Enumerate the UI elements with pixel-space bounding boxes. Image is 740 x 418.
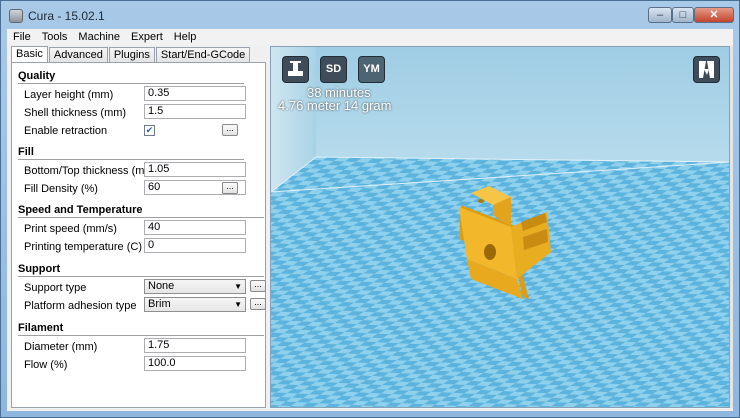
tab-plugins[interactable]: Plugins bbox=[108, 47, 155, 63]
menu-tools[interactable]: Tools bbox=[36, 29, 73, 43]
diameter-input[interactable]: 1.75 bbox=[144, 338, 246, 353]
sd-card-icon: SD bbox=[325, 63, 342, 75]
print-speed-input[interactable]: 40 bbox=[144, 220, 246, 235]
chevron-down-icon: ▼ bbox=[234, 282, 242, 291]
section-divider bbox=[18, 276, 264, 277]
minimize-button[interactable]: – bbox=[648, 7, 672, 23]
app-window: Cura - 15.02.1 – □ ✕ File Tools Machine Exp… bbox=[0, 0, 740, 418]
flow-label: Flow (%) bbox=[24, 359, 68, 371]
adhesion-settings-button[interactable]: ... bbox=[250, 298, 266, 310]
chevron-down-icon: ▼ bbox=[234, 300, 242, 309]
print-speed-label: Print speed (mm/s) bbox=[24, 223, 117, 235]
app-icon bbox=[9, 9, 23, 23]
platform-adhesion-value: Brim bbox=[148, 298, 171, 310]
load-model-button[interactable] bbox=[282, 56, 309, 83]
section-divider bbox=[18, 83, 244, 84]
support-type-label: Support type bbox=[24, 282, 87, 294]
printing-temperature-input[interactable]: 0 bbox=[144, 238, 246, 253]
basic-settings-panel: Quality Layer height (mm) 0.35 Shell thi… bbox=[11, 62, 266, 408]
fill-density-label: Fill Density (%) bbox=[24, 183, 98, 195]
load-model-icon bbox=[288, 61, 303, 76]
shell-thickness-input[interactable]: 1.5 bbox=[144, 104, 246, 119]
section-divider bbox=[18, 335, 264, 336]
platform-adhesion-select[interactable]: Brim ▼ bbox=[144, 297, 246, 312]
layer-height-label: Layer height (mm) bbox=[24, 89, 114, 101]
section-support: Support bbox=[18, 263, 61, 275]
menu-expert[interactable]: Expert bbox=[125, 29, 168, 43]
diameter-label: Diameter (mm) bbox=[24, 341, 98, 353]
enable-retraction-label: Enable retraction bbox=[24, 125, 108, 137]
fill-settings-button[interactable]: ... bbox=[222, 182, 238, 194]
support-type-value: None bbox=[148, 280, 175, 292]
view-mode-icon bbox=[699, 61, 714, 78]
title-bar: Cura - 15.02.1 – □ ✕ bbox=[1, 1, 739, 29]
section-speed-temperature: Speed and Temperature bbox=[18, 204, 143, 216]
section-divider bbox=[18, 159, 244, 160]
section-divider bbox=[18, 217, 264, 218]
retraction-settings-button[interactable]: ... bbox=[222, 124, 238, 136]
maximize-button[interactable]: □ bbox=[672, 7, 694, 23]
section-quality: Quality bbox=[18, 70, 56, 82]
flow-input[interactable]: 100.0 bbox=[144, 356, 246, 371]
settings-tabs: Basic Advanced Plugins Start/End-GCode bbox=[11, 46, 251, 64]
shell-thickness-label: Shell thickness (mm) bbox=[24, 107, 127, 119]
layer-height-input[interactable]: 0.35 bbox=[144, 86, 246, 101]
scrollbar[interactable] bbox=[730, 46, 733, 408]
menu-bar: File Tools Machine Expert Help bbox=[7, 29, 733, 45]
tab-advanced[interactable]: Advanced bbox=[48, 47, 108, 63]
support-settings-button[interactable]: ... bbox=[250, 280, 266, 292]
window-title: Cura - 15.02.1 bbox=[28, 9, 105, 23]
menu-help[interactable]: Help bbox=[168, 29, 202, 43]
3d-viewport[interactable]: SD YM 38 minutes 4.76 meter 14 gram bbox=[270, 46, 730, 408]
material-usage-text: 4.76 meter 14 gram bbox=[278, 98, 392, 113]
bottom-top-thickness-label: Bottom/Top thickness (mm) bbox=[24, 165, 158, 177]
printing-temperature-label: Printing temperature (C) bbox=[24, 241, 142, 253]
youmagine-button[interactable]: YM bbox=[358, 56, 385, 83]
section-filament: Filament bbox=[18, 322, 64, 334]
youmagine-icon: YM bbox=[363, 63, 380, 75]
close-button[interactable]: ✕ bbox=[694, 7, 734, 23]
client-area: Basic Advanced Plugins Start/End-GCode Q… bbox=[7, 45, 733, 411]
enable-retraction-checkbox[interactable]: ✔ bbox=[144, 125, 155, 136]
save-to-sd-button[interactable]: SD bbox=[320, 56, 347, 83]
tab-start-end-gcode[interactable]: Start/End-GCode bbox=[155, 47, 251, 63]
view-mode-button[interactable] bbox=[693, 56, 720, 83]
menu-file[interactable]: File bbox=[7, 29, 36, 43]
support-type-select[interactable]: None ▼ bbox=[144, 279, 246, 294]
menu-machine[interactable]: Machine bbox=[72, 29, 125, 43]
bottom-top-thickness-input[interactable]: 1.05 bbox=[144, 162, 246, 177]
platform-adhesion-label: Platform adhesion type bbox=[24, 300, 137, 312]
section-fill: Fill bbox=[18, 146, 34, 158]
